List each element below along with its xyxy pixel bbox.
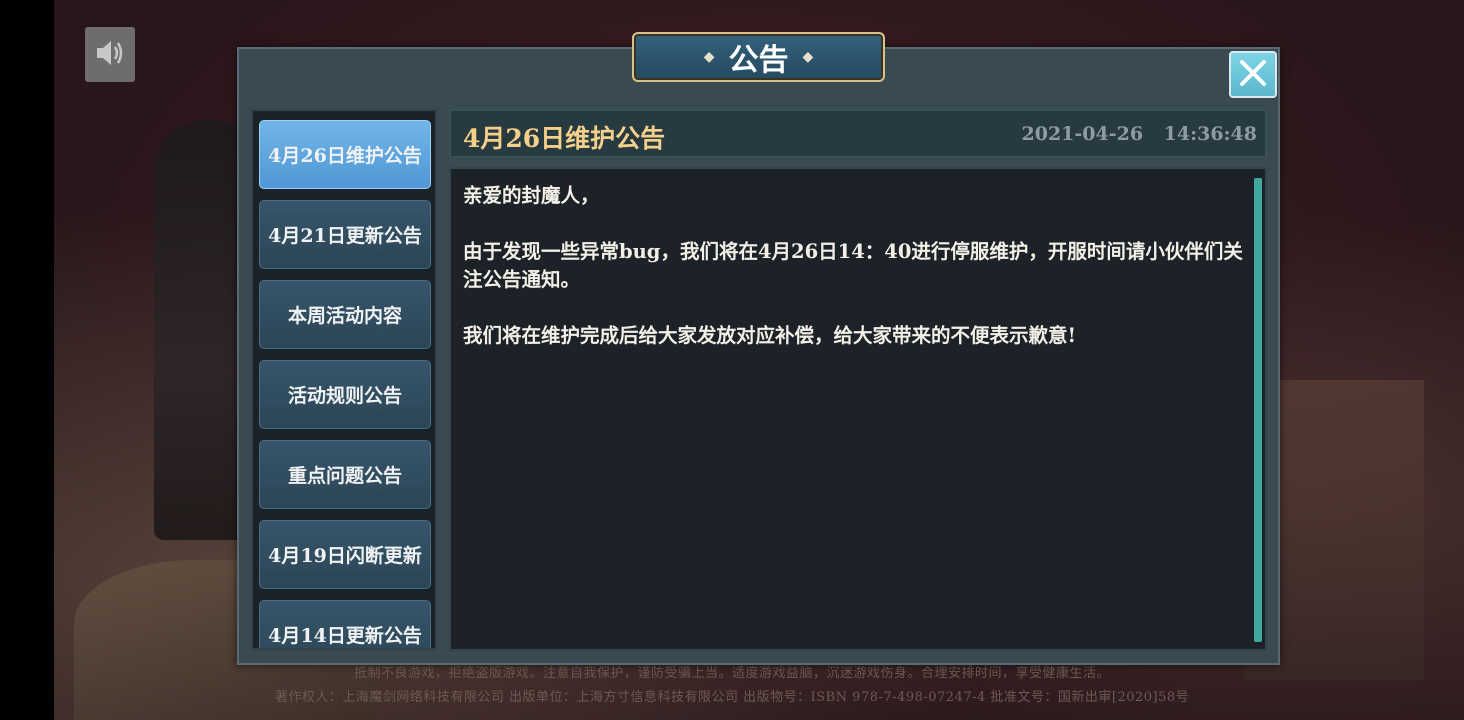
- notice-scrollbar[interactable]: [1254, 178, 1262, 642]
- notice-header: 4月26日维护公告 2021-04-26 14:36:48: [449, 109, 1267, 158]
- close-icon: [1238, 58, 1268, 92]
- notice-paragraph: 由于发现一些异常bug，我们将在4月26日14：40进行停服维护，开服时间请小伙…: [463, 240, 1243, 291]
- tab-item[interactable]: 4月21日更新公告: [259, 200, 431, 269]
- notice-date: 2021-04-26 14:36:48: [1021, 123, 1258, 145]
- tab-item[interactable]: 4月19日闪断更新: [259, 520, 431, 589]
- notice-paragraph: 我们将在维护完成后给大家发放对应补偿，给大家带来的不便表示歉意!: [463, 324, 1077, 347]
- close-button[interactable]: [1229, 51, 1277, 98]
- notice-title: 4月26日维护公告: [463, 124, 666, 153]
- title-ornament-left-icon: ◆: [703, 49, 715, 65]
- tab-item[interactable]: 本周活动内容: [259, 280, 431, 349]
- sound-toggle-button[interactable]: [85, 27, 135, 82]
- tab-item[interactable]: 活动规则公告: [259, 360, 431, 429]
- notice-greeting: 亲爱的封魔人，: [463, 184, 600, 207]
- footer-copyright: 著作权人：上海魔剑网络科技有限公司 出版单位：上海方寸信息科技有限公司 出版物号…: [274, 690, 1190, 705]
- tab-item[interactable]: 重点问题公告: [259, 440, 431, 509]
- speaker-icon: [93, 38, 127, 72]
- title-ornament-right-icon: ◆: [802, 49, 814, 65]
- dialog-title: 公告: [728, 43, 789, 78]
- tab-item[interactable]: 4月14日更新公告: [259, 600, 431, 648]
- tab-item[interactable]: 4月26日维护公告: [259, 120, 431, 189]
- notice-body: 亲爱的封魔人， 由于发现一些异常bug，我们将在4月26日14：40进行停服维护…: [449, 167, 1267, 651]
- announcement-tab-list[interactable]: 4月26日维护公告 4月21日更新公告 本周活动内容 活动规则公告 重点问题公告…: [251, 109, 437, 650]
- dialog-title-plate: ◆ 公告 ◆: [632, 32, 885, 82]
